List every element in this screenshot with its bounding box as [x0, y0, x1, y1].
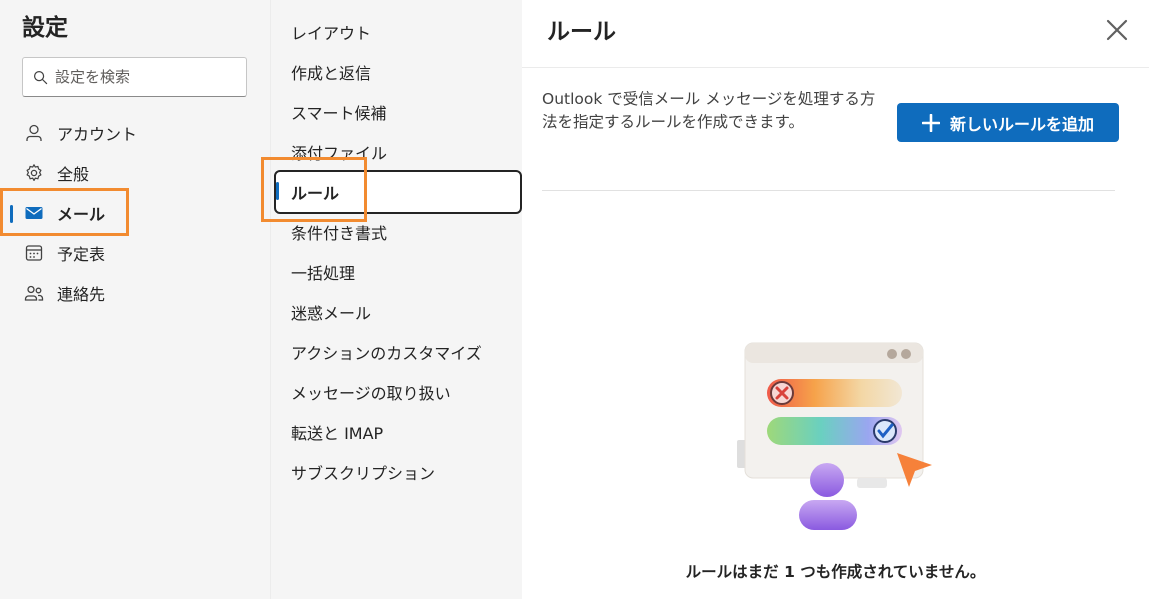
nav-item-account[interactable]: アカウント — [0, 113, 270, 153]
menu-item-forwarding-imap[interactable]: 転送と IMAP — [291, 412, 521, 452]
menu-item-label: スマート候補 — [291, 104, 387, 123]
rules-panel: ルール Outlook で受信メール メッセージを処理する方法を指定するルールを… — [522, 0, 1149, 599]
gear-icon — [24, 163, 44, 183]
menu-item-smart-suggestions[interactable]: スマート候補 — [291, 92, 521, 132]
empty-rules-illustration — [737, 342, 932, 530]
nav-item-label: 全般 — [57, 165, 90, 184]
menu-item-junk-email[interactable]: 迷惑メール — [291, 292, 521, 332]
menu-item-label: レイアウト — [291, 24, 372, 43]
close-button[interactable] — [1099, 12, 1135, 48]
nav-item-contacts[interactable]: 連絡先 — [0, 273, 270, 313]
menu-item-label: サブスクリプション — [291, 464, 436, 483]
panel-title: ルール — [547, 19, 616, 45]
menu-item-message-handling[interactable]: メッセージの取り扱い — [291, 372, 521, 412]
divider — [542, 190, 1115, 191]
empty-state-message: ルールはまだ 1 つも作成されていません。 — [685, 563, 986, 581]
add-rule-button[interactable]: 新しいルールを追加 — [897, 103, 1119, 142]
menu-item-compose-reply[interactable]: 作成と返信 — [291, 52, 521, 92]
search-icon — [33, 70, 48, 84]
close-icon — [1106, 19, 1128, 41]
menu-item-label: アクションのカスタマイズ — [291, 344, 482, 363]
menu-item-label: 条件付き書式 — [291, 224, 388, 243]
search-input[interactable] — [55, 68, 225, 86]
settings-title: 設定 — [22, 15, 68, 41]
menu-item-layout[interactable]: レイアウト — [291, 12, 521, 52]
calendar-icon — [24, 243, 44, 263]
nav-item-label: 予定表 — [57, 245, 106, 264]
menu-item-label: メッセージの取り扱い — [291, 384, 451, 403]
menu-item-subscriptions[interactable]: サブスクリプション — [291, 452, 521, 492]
nav-item-label: アカウント — [57, 125, 138, 144]
people-icon — [24, 283, 44, 303]
menu-item-label: 一括処理 — [291, 264, 356, 283]
highlight-box — [0, 188, 129, 236]
menu-item-customize-actions[interactable]: アクションのカスタマイズ — [291, 332, 521, 372]
divider — [522, 67, 1149, 68]
nav-item-label: 連絡先 — [57, 285, 106, 304]
mail-settings-list: レイアウト 作成と返信 スマート候補 添付ファイル ルール 条件付き書式 一括処… — [270, 0, 522, 599]
menu-item-label: 迷惑メール — [291, 304, 372, 323]
settings-search[interactable] — [22, 57, 247, 97]
add-rule-label: 新しいルールを追加 — [949, 114, 1094, 134]
person-icon — [24, 123, 44, 143]
menu-item-label: 転送と IMAP — [291, 424, 384, 443]
nav-item-general[interactable]: 全般 — [0, 153, 270, 193]
settings-nav: 設定 アカウント 全般 メール 予定表 連絡先 — [0, 0, 270, 599]
menu-item-sweep[interactable]: 一括処理 — [291, 252, 521, 292]
plus-icon — [921, 113, 940, 132]
menu-item-label: 作成と返信 — [291, 64, 372, 83]
nav-item-calendar[interactable]: 予定表 — [0, 233, 270, 273]
rules-description: Outlook で受信メール メッセージを処理する方法を指定するルールを作成でき… — [542, 90, 876, 131]
highlight-box — [261, 157, 367, 222]
